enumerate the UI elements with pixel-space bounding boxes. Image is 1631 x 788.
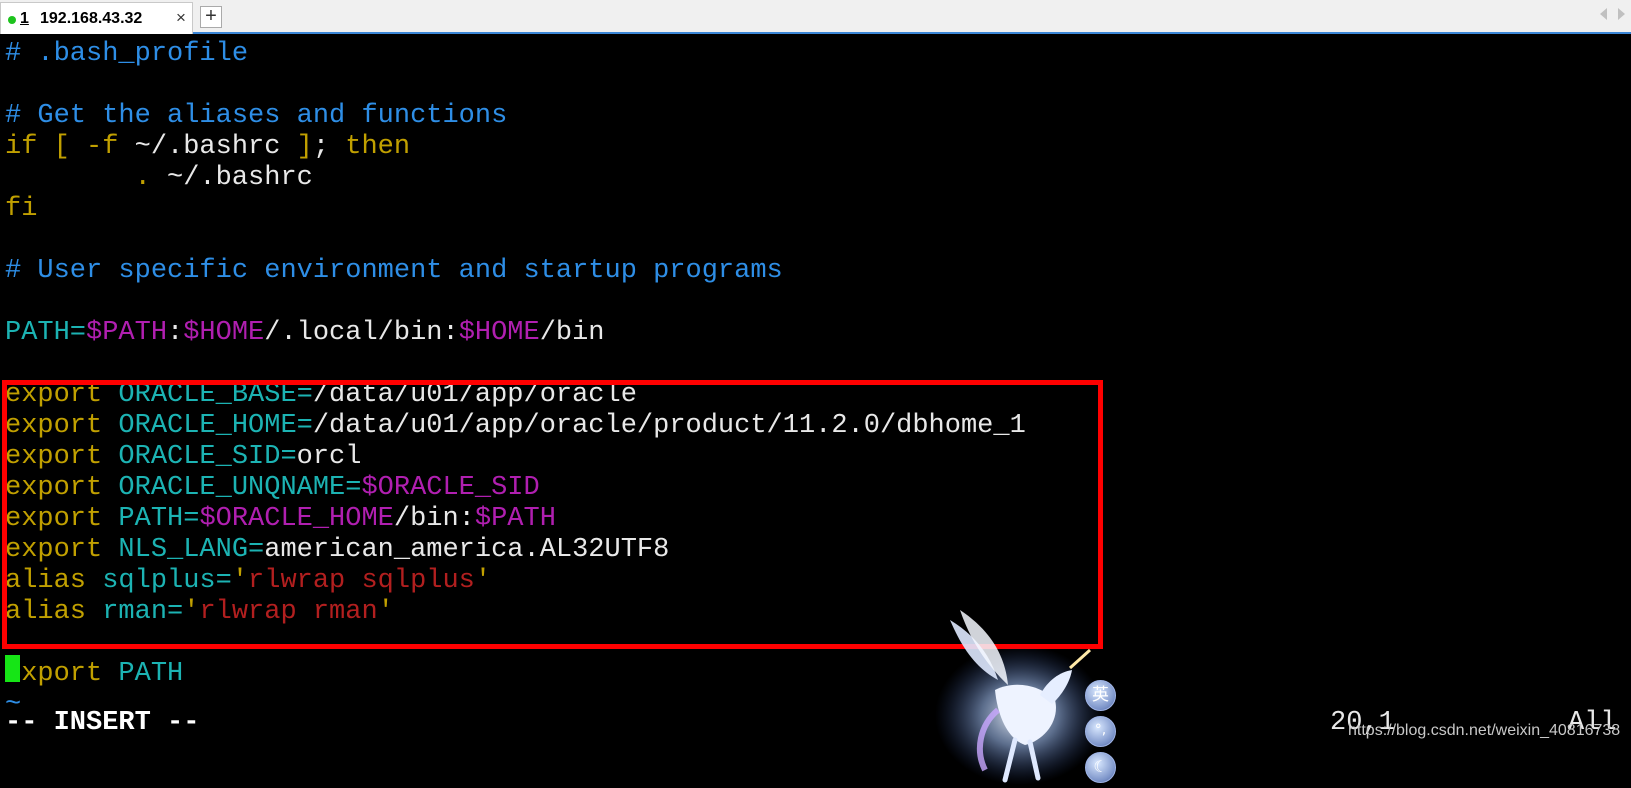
- code-token: /bin: [539, 318, 605, 348]
- tab-title: 192.168.43.32: [40, 10, 143, 27]
- ime-language-toggle-button[interactable]: 英: [1085, 680, 1116, 711]
- close-tab-icon[interactable]: ×: [176, 8, 186, 28]
- code-token: fi: [5, 194, 38, 224]
- code-token: /.local/bin:: [264, 318, 459, 348]
- code-token: ;: [312, 132, 346, 162]
- tab-number: 1: [20, 10, 29, 27]
- code-token: ~/.bashrc: [118, 132, 297, 162]
- code-token: then: [345, 132, 411, 162]
- code-token: # Get the aliases and functions: [5, 101, 508, 131]
- editor-line: export PATH: [5, 658, 183, 690]
- session-tab-bar: 1 192.168.43.32 × +: [0, 0, 1631, 34]
- code-token: PATH=: [5, 318, 87, 348]
- connected-status-icon: [8, 16, 16, 24]
- code-token: ]: [296, 132, 313, 162]
- terminal-editor[interactable]: # .bash_profile # Get the aliases and fun…: [0, 36, 1631, 788]
- vim-mode-indicator: -- INSERT --: [5, 708, 200, 738]
- editor-line: # .bash_profile: [5, 38, 248, 70]
- editor-line: # Get the aliases and functions: [5, 100, 507, 132]
- scroll-tabs-left-icon[interactable]: [1600, 8, 1607, 20]
- code-token: .: [134, 163, 151, 193]
- editor-line: if [ -f ~/.bashrc ]; then: [5, 131, 410, 163]
- editor-line: fi: [5, 193, 37, 225]
- code-token: $PATH: [86, 318, 168, 348]
- ime-punctuation-toggle-button[interactable]: °,: [1085, 716, 1116, 747]
- editor-line: PATH=$PATH:$HOME/.local/bin:$HOME/bin: [5, 317, 605, 349]
- code-token: if: [5, 132, 38, 162]
- code-token: # User specific environment and startup …: [5, 256, 783, 286]
- new-tab-button[interactable]: +: [200, 6, 222, 28]
- code-token: :: [167, 318, 184, 348]
- code-token: # .bash_profile: [5, 39, 249, 69]
- code-token: $HOME: [458, 318, 540, 348]
- ime-moon-icon[interactable]: ☾: [1085, 752, 1116, 783]
- text-cursor: [5, 655, 20, 682]
- code-token: [: [53, 132, 70, 162]
- editor-line: . ~/.bashrc: [5, 162, 313, 194]
- watermark-text: https://blog.csdn.net/weixin_40816738: [1348, 722, 1621, 739]
- scroll-tabs-right-icon[interactable]: [1618, 8, 1625, 20]
- code-token: PATH: [118, 659, 184, 689]
- code-token: ~/.bashrc: [150, 163, 313, 193]
- session-tab[interactable]: 1 192.168.43.32 ×: [0, 2, 193, 34]
- editor-line: # User specific environment and startup …: [5, 255, 783, 287]
- code-token: -f: [86, 132, 119, 162]
- code-token: $HOME: [183, 318, 265, 348]
